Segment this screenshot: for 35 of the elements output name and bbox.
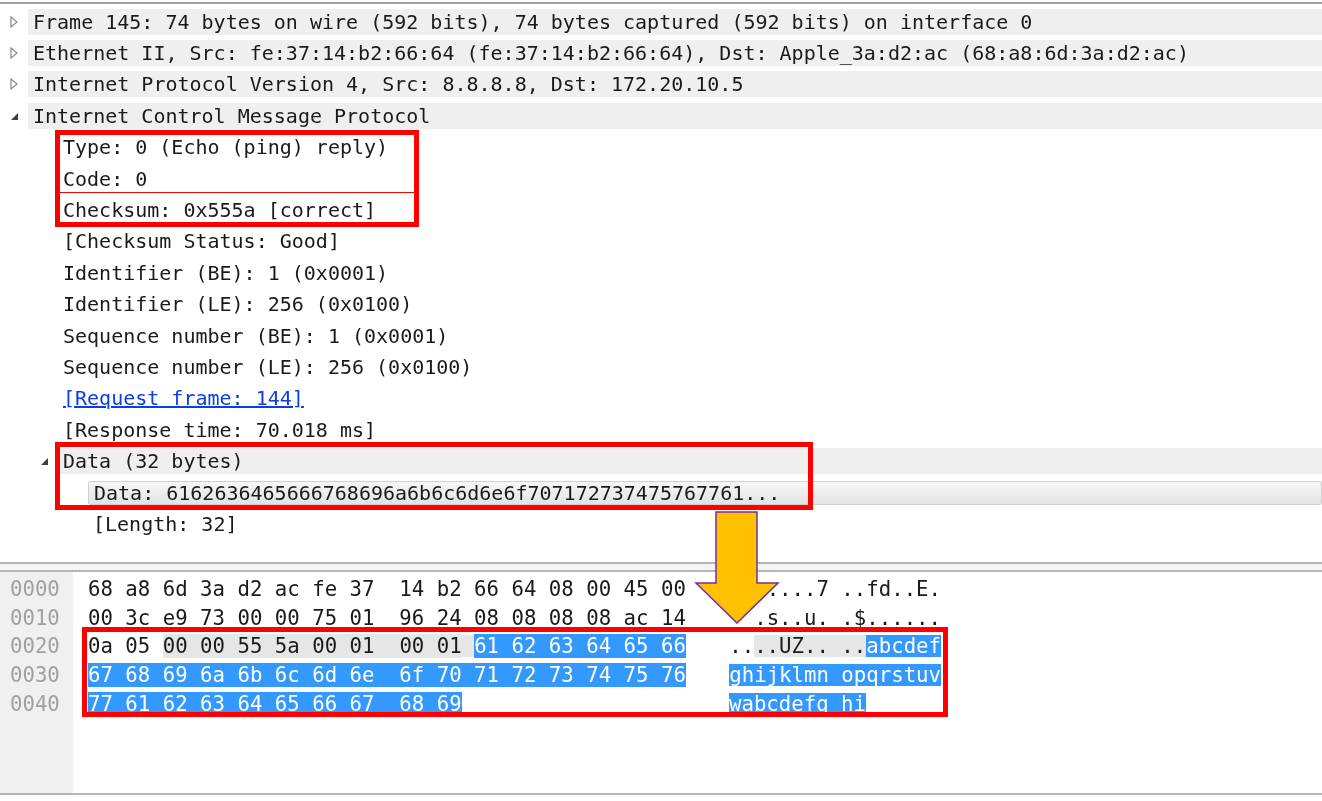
field-tree-item[interactable]: Code: 0 — [58, 167, 148, 190]
collapsed-arrow-icon[interactable] — [9, 15, 19, 28]
collapsed-arrow-icon[interactable] — [9, 78, 19, 91]
field-tree-item[interactable]: [Checksum Status: Good] — [58, 230, 340, 253]
field-tree-item[interactable]: Identifier (LE): 256 (0x0100) — [58, 293, 413, 316]
field-tree-item[interactable]: [Response time: 70.018 ms] — [58, 418, 377, 441]
hex-bytes[interactable]: 00 00 55 5a 00 01 00 01 — [162, 634, 462, 659]
protocol-tree-item[interactable]: Frame 145: 74 bytes on wire (592 bits), 74 bytes captured (592 bits) on interface 0 — [28, 8, 1322, 35]
hex-bytes[interactable]: 00 3c e9 73 00 00 75 01 96 24 08 08 08 08 ac 14 — [88, 605, 686, 630]
field-tree-item[interactable]: Identifier (BE): 1 (0x0001) — [58, 261, 389, 284]
offset-label: 0030 — [10, 664, 60, 687]
expanded-arrow-icon[interactable] — [39, 456, 49, 467]
protocol-tree-item[interactable]: Ethernet II, Src: fe:37:14:b2:66:64 (fe:37:14:b2:66:64), Dst: Apple_3a:d2:ac (68:a8:6d:3a:d2:ac) — [28, 40, 1322, 67]
protocol-tree-item[interactable]: Data (32 bytes) — [58, 448, 1322, 475]
collapsed-arrow-icon[interactable] — [9, 47, 19, 60]
offset-label: 0000 — [10, 578, 60, 601]
ascii-text[interactable]: .s..u. .$...... — [754, 606, 941, 629]
pane-splitter[interactable] — [0, 562, 1322, 572]
ascii-text[interactable]: .. — [729, 635, 755, 658]
offset-label: 0040 — [10, 692, 60, 715]
hex-bytes[interactable]: 0a 05 — [88, 634, 151, 659]
offset-label: 0010 — [10, 606, 60, 629]
protocol-tree-item[interactable]: Internet Protocol Version 4, Src: 8.8.8.8, Dst: 172.20.10.5 — [28, 71, 1322, 98]
field-tree-item[interactable]: Sequence number (BE): 1 (0x0001) — [58, 324, 449, 347]
selected-tree-item[interactable]: Data: 6162636465666768696a6b6c6d6e6f707172737475767761... — [88, 480, 1322, 505]
hex-bytes[interactable]: 68 a8 6d 3a d2 ac fe 37 14 b2 66 64 08 00 45 00 — [88, 577, 686, 602]
field-tree-item[interactable]: Checksum: 0x555a [correct] — [58, 199, 377, 222]
protocol-tree-item[interactable]: Internet Control Message Protocol — [28, 102, 1322, 129]
field-tree-item[interactable]: [Length: 32] — [88, 512, 238, 535]
request-frame-link[interactable]: [Request frame: 144] — [58, 387, 304, 410]
offset-label: 0020 — [10, 635, 60, 658]
field-tree-item[interactable]: Type: 0 (Echo (ping) reply) — [58, 136, 389, 159]
ascii-text[interactable]: ....7 ..fd..E. — [766, 578, 941, 601]
field-tree-item[interactable]: Sequence number (LE): 256 (0x0100) — [58, 356, 473, 378]
ascii-text[interactable]: ..UZ.. .. — [754, 635, 867, 658]
